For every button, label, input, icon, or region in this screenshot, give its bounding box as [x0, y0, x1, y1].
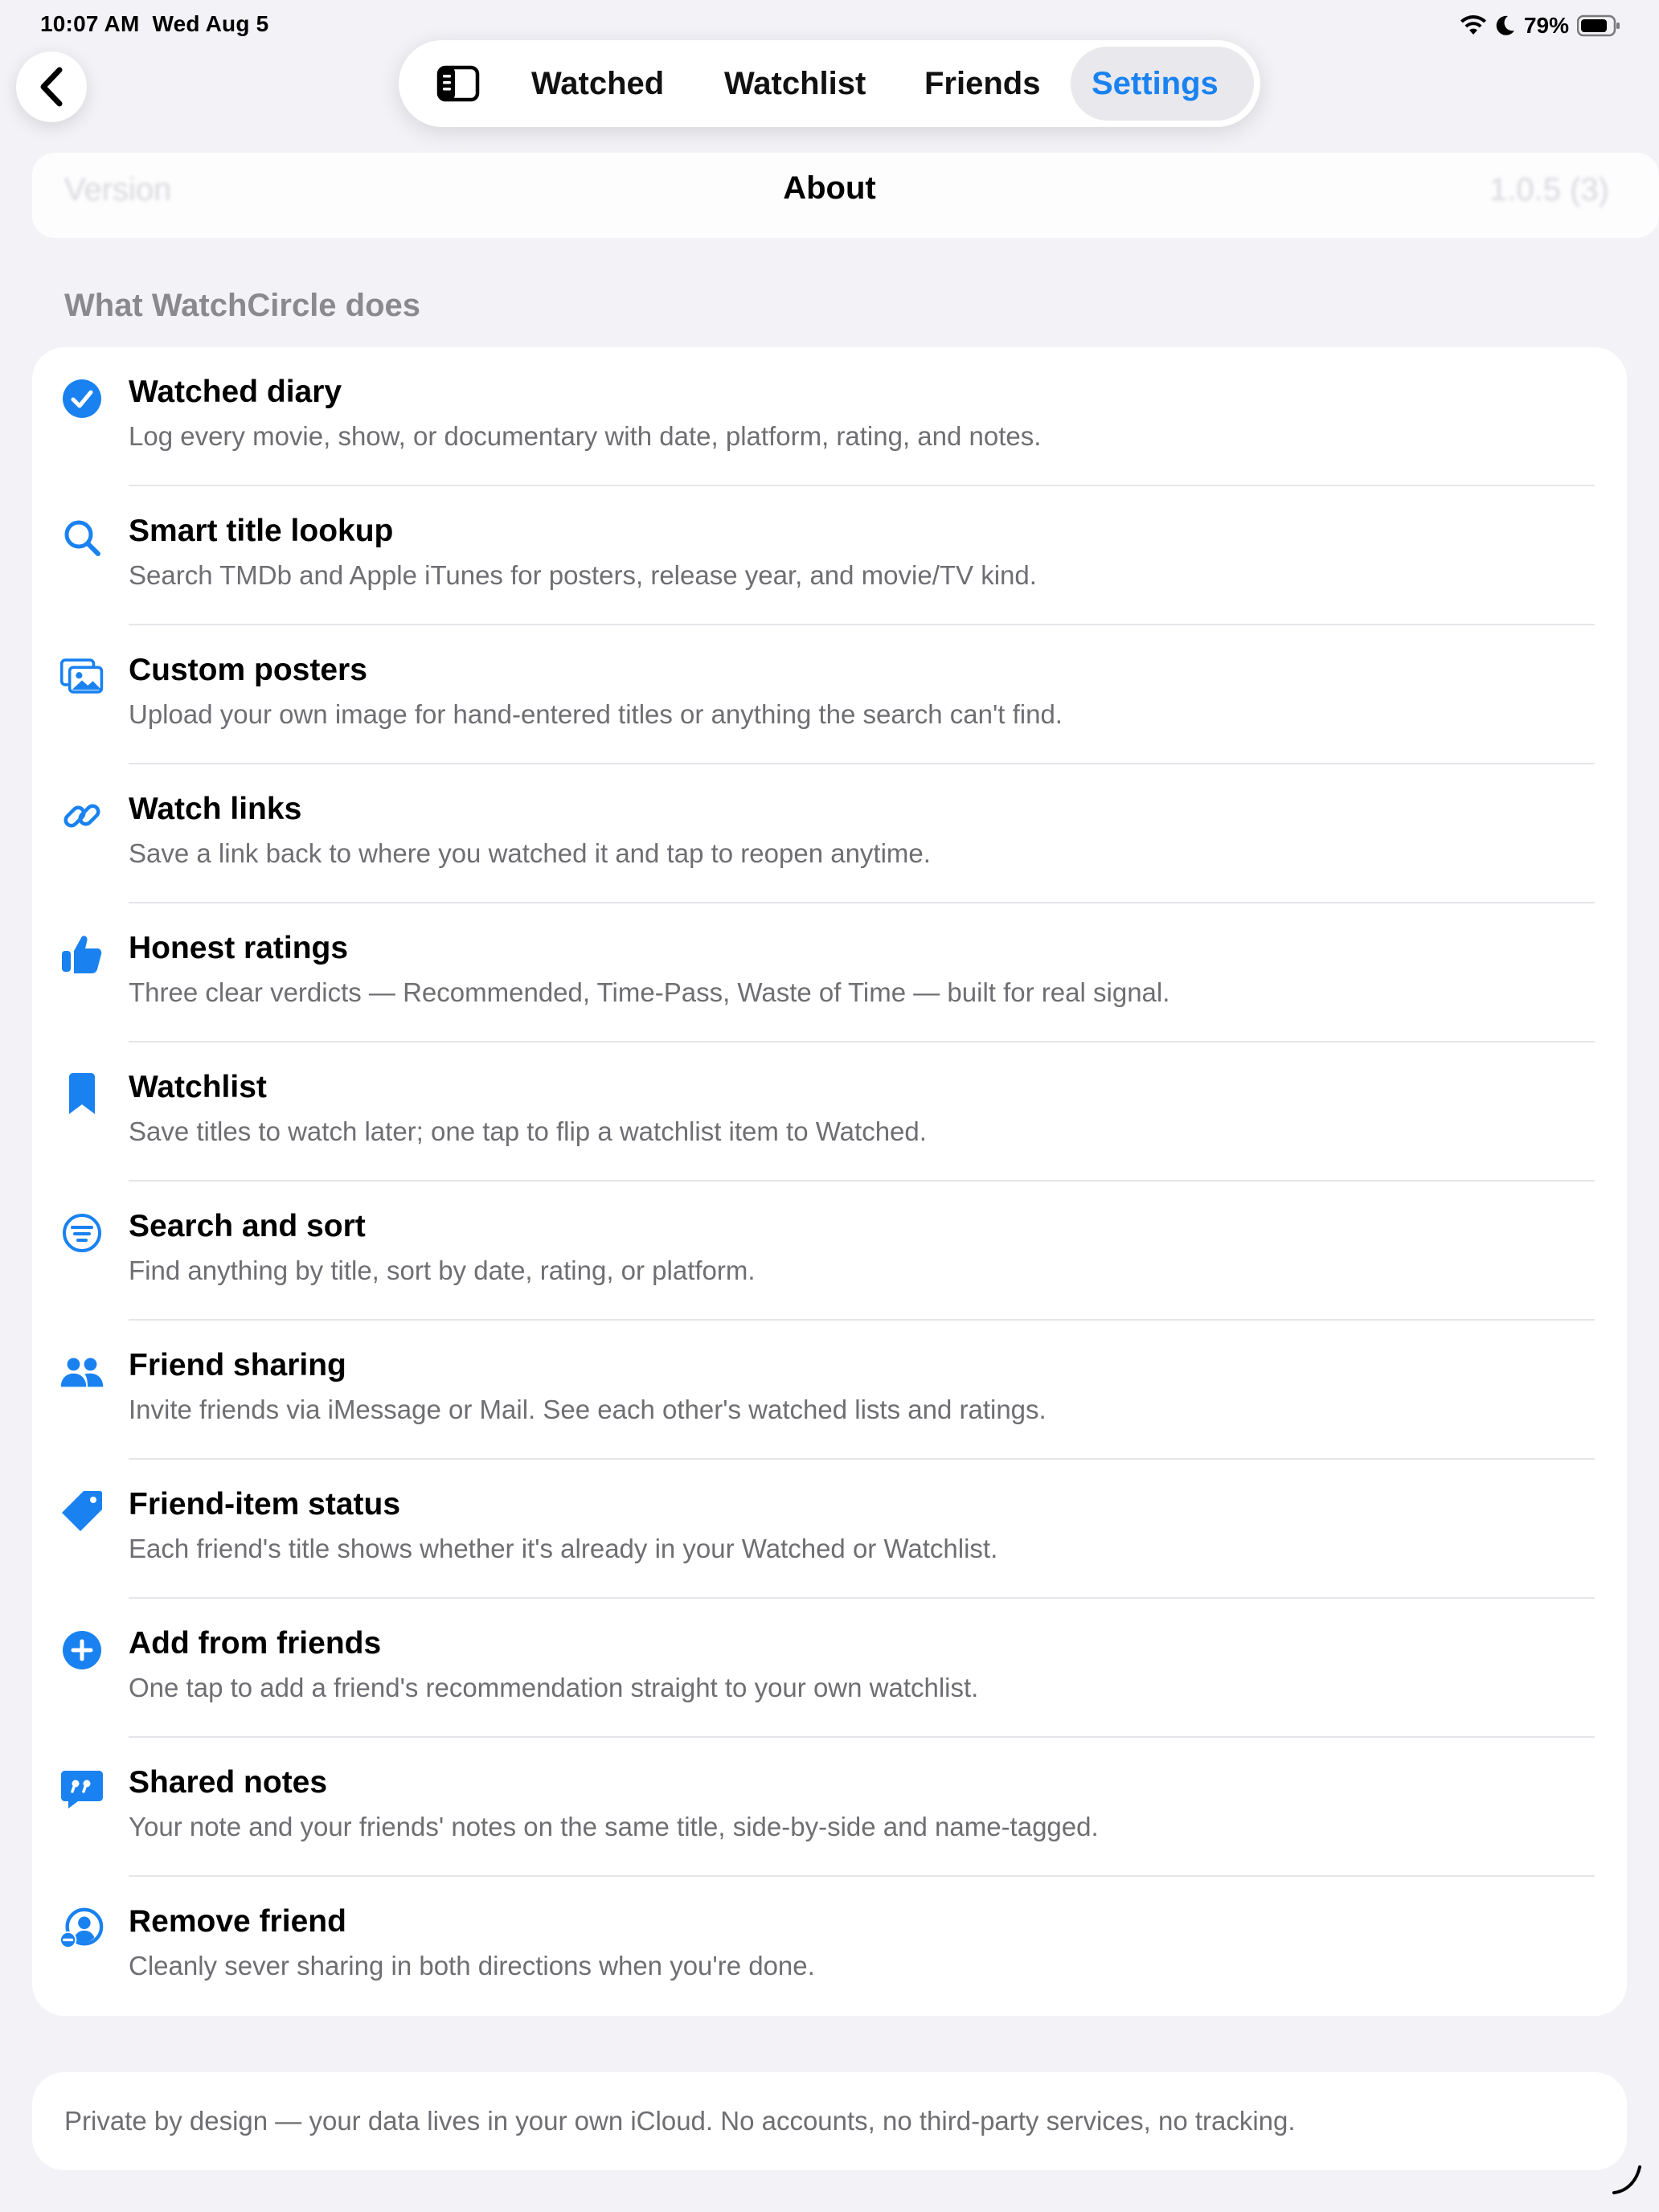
sidebar-toggle-icon[interactable]	[436, 64, 481, 103]
page-title: About	[783, 170, 876, 206]
feature-title: Friend sharing	[129, 1348, 346, 1382]
feature-subtitle: One tap to add a friend's recommendation…	[129, 1673, 979, 1702]
list-item: Friend-item status Each friend's title s…	[32, 1460, 1627, 1599]
status-time: 10:07 AM Wed Aug 5	[40, 11, 269, 36]
feature-title: Honest ratings	[129, 931, 349, 965]
list-item: Add from friends One tap to add a friend…	[32, 1599, 1627, 1738]
filter-circle-icon	[63, 1214, 101, 1252]
plus-circle-icon	[63, 1631, 101, 1669]
feature-subtitle: Three clear verdicts — Recommended, Time…	[129, 977, 1170, 1007]
list-item: Remove friend Cleanly sever sharing in b…	[32, 1877, 1627, 2016]
about-screen: 10:07 AM Wed Aug 5 79% Watched Watchlist…	[0, 0, 1659, 2212]
list-item: Honest ratings Three clear verdicts — Re…	[32, 903, 1627, 1043]
chevron-left-icon	[40, 67, 63, 107]
feature-title: Watch links	[129, 792, 302, 826]
list-item: Search and sort Find anything by title, …	[32, 1182, 1627, 1321]
tab-settings[interactable]: Settings	[1092, 63, 1219, 104]
feature-subtitle: Save a link back to where you watched it…	[129, 838, 931, 868]
tab-bar: Watched Watchlist Friends Settings	[399, 40, 1260, 127]
feature-title: Watched diary	[129, 375, 342, 409]
feature-title: Add from friends	[129, 1626, 382, 1661]
bookmark-icon	[69, 1073, 95, 1114]
feature-title: Friend-item status	[129, 1487, 401, 1522]
feature-subtitle: Your note and your friends' notes on the…	[129, 1812, 1099, 1841]
tag-icon	[62, 1491, 102, 1531]
feature-title: Shared notes	[129, 1765, 328, 1800]
tab-watched[interactable]: Watched	[531, 63, 664, 104]
feature-title: Search and sort	[129, 1209, 366, 1243]
feature-subtitle: Log every movie, show, or documentary wi…	[129, 421, 1042, 451]
link-icon	[63, 804, 100, 828]
feature-title: Smart title lookup	[129, 514, 394, 548]
quote-bubble-icon	[61, 1771, 103, 1809]
wifi-icon	[1460, 15, 1486, 35]
privacy-footer: Private by design — your data lives in y…	[32, 2072, 1627, 2170]
tab-friends[interactable]: Friends	[924, 63, 1040, 104]
battery-icon	[1577, 14, 1620, 37]
tab-watchlist[interactable]: Watchlist	[724, 63, 866, 104]
back-button[interactable]	[16, 51, 87, 122]
photos-icon	[59, 658, 104, 694]
feature-subtitle: Find anything by title, sort by date, ra…	[129, 1256, 756, 1285]
resize-handle-icon	[1612, 2165, 1641, 2194]
list-item: Watch links Save a link back to where yo…	[32, 764, 1627, 903]
thumbs-up-icon	[62, 936, 102, 973]
checkmark-circle-icon	[63, 379, 101, 418]
privacy-text: Private by design — your data lives in y…	[64, 2106, 1296, 2136]
list-item: Watched diary Log every movie, show, or …	[32, 347, 1627, 486]
feature-subtitle: Cleanly sever sharing in both directions…	[129, 1951, 815, 1981]
feature-title: Custom posters	[129, 653, 367, 687]
feature-subtitle: Upload your own image for hand-entered t…	[129, 699, 1063, 729]
list-item: Smart title lookup Search TMDb and Apple…	[32, 486, 1627, 625]
status-indicators: 79%	[1460, 11, 1620, 40]
list-item: Shared notes Your note and your friends'…	[32, 1738, 1627, 1877]
list-item: Watchlist Save titles to watch later; on…	[32, 1043, 1627, 1182]
section-header: What WatchCircle does	[64, 288, 421, 323]
feature-subtitle: Each friend's title shows whether it's a…	[129, 1534, 998, 1563]
feature-subtitle: Save titles to watch later; one tap to f…	[129, 1116, 927, 1146]
moon-icon	[1496, 15, 1514, 35]
list-item: Custom posters Upload your own image for…	[32, 625, 1627, 764]
magnifying-glass-icon	[64, 520, 100, 556]
people-icon	[60, 1358, 104, 1387]
feature-subtitle: Invite friends via iMessage or Mail. See…	[129, 1395, 1047, 1424]
feature-subtitle: Search TMDb and Apple iTunes for posters…	[129, 560, 1037, 590]
features-card: Watched diary Log every movie, show, or …	[32, 347, 1627, 2016]
list-item: Friend sharing Invite friends via iMessa…	[32, 1321, 1627, 1460]
feature-title: Remove friend	[129, 1904, 346, 1939]
battery-percent: 79%	[1523, 13, 1569, 38]
person-remove-icon	[59, 1907, 104, 1949]
feature-title: Watchlist	[129, 1070, 267, 1104]
